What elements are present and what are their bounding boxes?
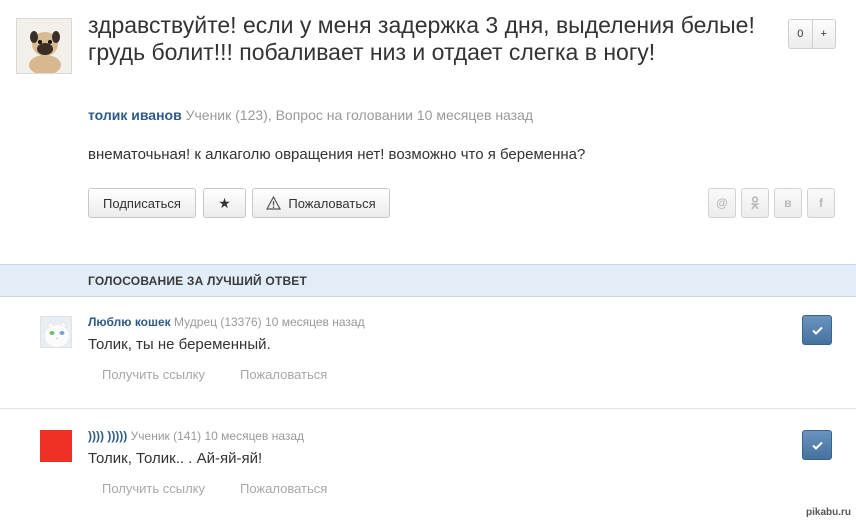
question-title: здравствуйте! если у меня задержка 3 дня…	[88, 12, 755, 65]
answer-meta-text: Ученик (141) 10 месяцев назад	[130, 429, 305, 443]
answer-text: Толик, ты не беременный.	[88, 336, 271, 353]
report-button-label: Пожаловаться	[288, 195, 376, 211]
warning-icon	[266, 196, 282, 210]
white-cat-avatar-image	[41, 317, 71, 347]
checkmark-icon	[811, 441, 823, 450]
report-answer-button[interactable]: Пожаловаться	[240, 367, 327, 382]
star-icon: ★	[218, 194, 231, 211]
subscribe-button-label: Подписаться	[103, 195, 181, 211]
answer-item: Люблю кошек Мудрец (13376) 10 месяцев на…	[0, 297, 856, 409]
answer-author-link[interactable]: )))) )))))	[88, 429, 127, 443]
vote-best-answer-button[interactable]	[802, 430, 832, 460]
answer-meta: )))) ))))) Ученик (141) 10 месяцев назад	[88, 429, 304, 443]
best-answer-voting-header: ГОЛОСОВАНИЕ ЗА ЛУЧШИЙ ОТВЕТ	[0, 264, 856, 297]
question-meta-text: Ученик (123), Вопрос на головании 10 мес…	[185, 107, 534, 123]
vk-icon: в	[784, 196, 792, 210]
share-facebook-button[interactable]: f	[807, 188, 835, 218]
favorite-star-button[interactable]: ★	[203, 188, 246, 218]
question-author-avatar[interactable]	[16, 18, 72, 74]
pug-avatar-image	[17, 19, 71, 73]
vote-count: 0	[797, 28, 804, 40]
answer-author-avatar[interactable]	[40, 316, 72, 348]
vote-plus-button[interactable]: +	[811, 20, 836, 48]
get-link-button[interactable]: Получить ссылку	[102, 481, 205, 496]
question-block: здравствуйте! если у меня задержка 3 дня…	[0, 0, 856, 264]
answer-author-link[interactable]: Люблю кошек	[88, 315, 171, 329]
question-author-link[interactable]: толик иванов	[88, 107, 182, 123]
odnoklassniki-icon	[751, 196, 759, 210]
question-meta: толик иванов Ученик (123), Вопрос на гол…	[88, 107, 533, 123]
answer-author-avatar[interactable]	[40, 430, 72, 462]
get-link-button[interactable]: Получить ссылку	[102, 367, 205, 382]
report-answer-button[interactable]: Пожаловаться	[240, 481, 327, 496]
report-question-button[interactable]: Пожаловаться	[252, 188, 390, 218]
mail-icon: @	[716, 196, 728, 210]
answer-meta: Люблю кошек Мудрец (13376) 10 месяцев на…	[88, 315, 365, 329]
section-title: ГОЛОСОВАНИЕ ЗА ЛУЧШИЙ ОТВЕТ	[88, 274, 308, 288]
share-odnoklassniki-button[interactable]	[741, 188, 769, 218]
question-vote-box: 0 +	[788, 19, 836, 49]
checkmark-icon	[811, 326, 823, 335]
answer-item: )))) ))))) Ученик (141) 10 месяцев назад…	[0, 410, 856, 524]
subscribe-button[interactable]: Подписаться	[88, 188, 196, 218]
facebook-icon: f	[819, 196, 823, 210]
vote-best-answer-button[interactable]	[802, 315, 832, 345]
share-mail-button[interactable]: @	[708, 188, 736, 218]
answer-meta-text: Мудрец (13376) 10 месяцев назад	[174, 315, 365, 329]
share-vk-button[interactable]: в	[774, 188, 802, 218]
answer-text: Толик, Толик.. . Ай-яй-яй!	[88, 450, 263, 467]
question-body: внематочьная! к алкаголю овращения нет! …	[88, 146, 586, 163]
pikabu-watermark: pikabu.ru	[806, 507, 852, 518]
